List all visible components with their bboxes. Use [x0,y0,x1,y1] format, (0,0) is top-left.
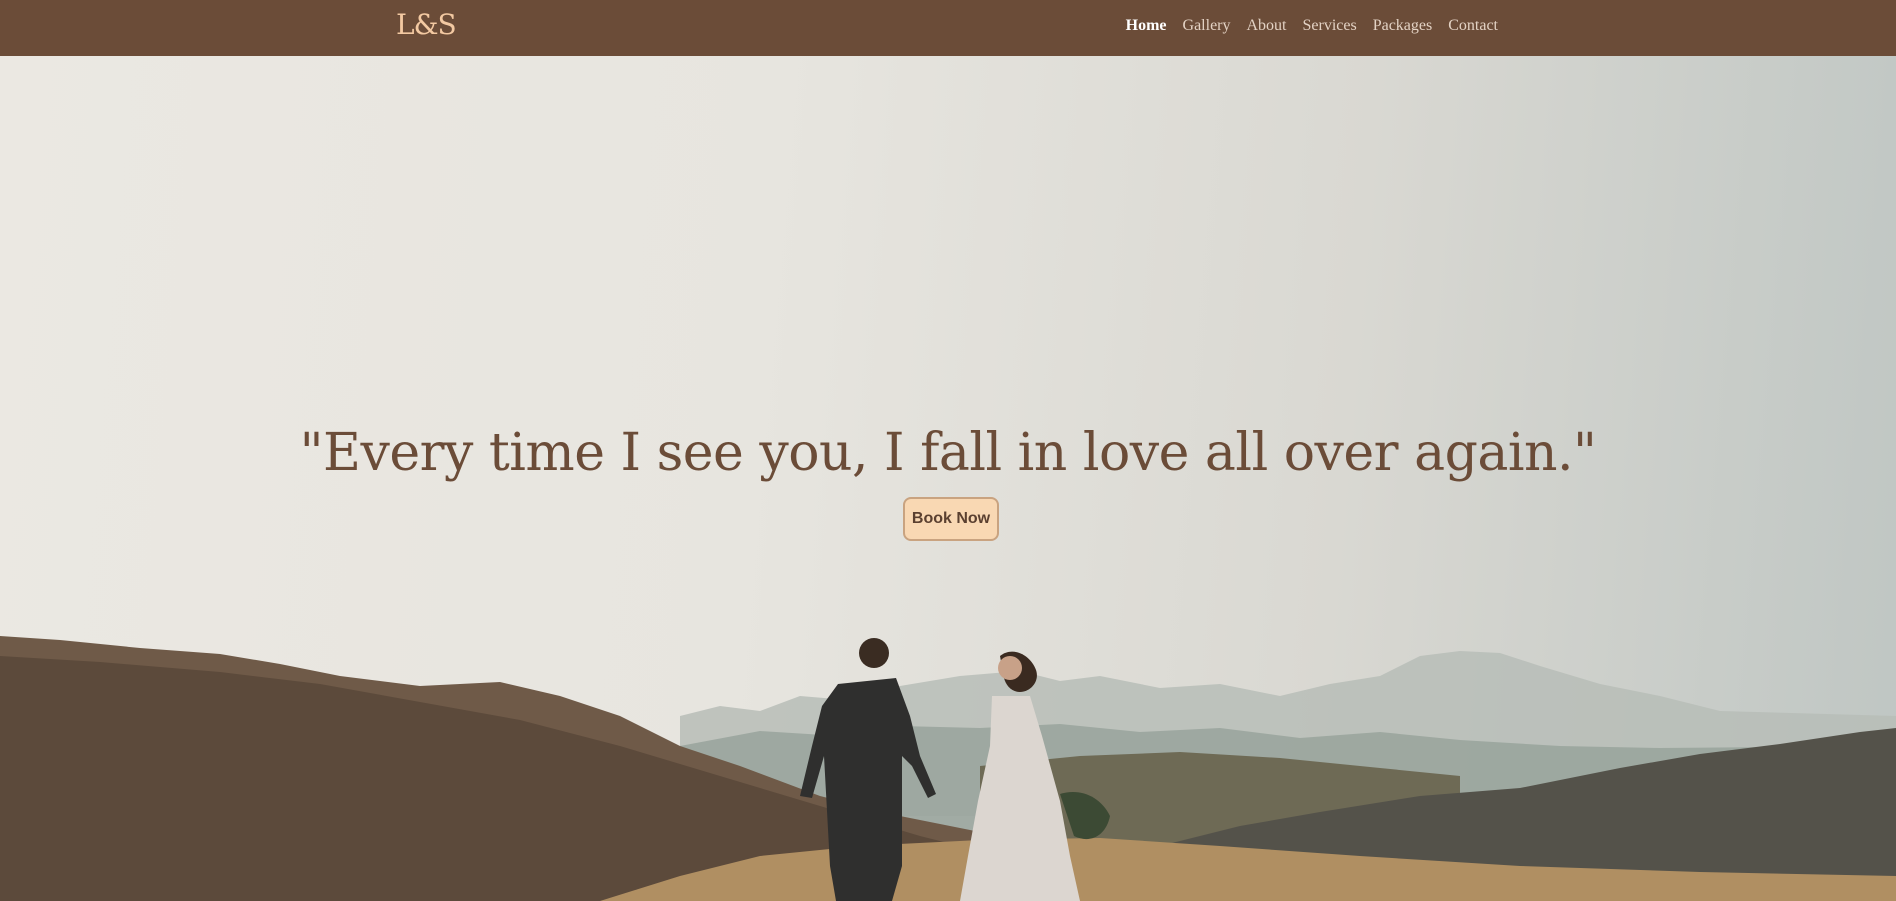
nav-link-gallery[interactable]: Gallery [1183,17,1231,35]
top-navbar: L&S Home Gallery About Services Packages… [0,0,1896,56]
nav-link-home[interactable]: Home [1126,17,1167,35]
hero-quote: "Every time I see you, I fall in love al… [299,423,1597,483]
hero-section: "Every time I see you, I fall in love al… [0,56,1896,901]
book-now-button[interactable]: Book Now [903,497,999,541]
nav-link-packages[interactable]: Packages [1373,17,1433,35]
nav-link-about[interactable]: About [1247,17,1287,35]
nav-menu: Home Gallery About Services Packages Con… [1126,17,1498,35]
nav-link-contact[interactable]: Contact [1448,17,1498,35]
brand-logo[interactable]: L&S [396,8,457,41]
nav-link-services[interactable]: Services [1303,17,1357,35]
